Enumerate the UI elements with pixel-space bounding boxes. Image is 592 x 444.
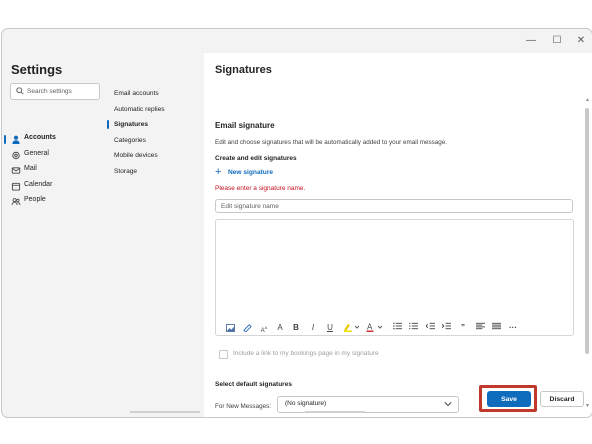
section-title: Email signature <box>215 121 275 130</box>
bookings-checkbox-label: Include a link to my bookings page in my… <box>233 350 379 357</box>
settings-sidebar: Settings Accounts General <box>2 53 104 417</box>
signatures-panel: Signatures Email signature Edit and choo… <box>204 53 592 417</box>
format-painter-icon[interactable] <box>241 322 253 334</box>
minimize-button[interactable]: — <box>518 33 544 49</box>
sidebar-item-label: General <box>24 150 49 157</box>
search-icon <box>16 87 24 95</box>
sidebar-item-mail[interactable]: Mail <box>2 163 104 177</box>
select-value: (No signature) <box>285 400 327 407</box>
person-icon <box>12 135 20 144</box>
bold-button[interactable]: B <box>290 322 302 334</box>
align-justify-icon[interactable] <box>490 322 502 334</box>
scroll-down-arrow[interactable]: ▼ <box>585 403 590 409</box>
chevron-down-icon <box>444 402 452 407</box>
error-message: Please enter a signature name. <box>215 185 306 192</box>
create-edit-title: Create and edit signatures <box>215 155 297 162</box>
font-size-icon[interactable]: A <box>274 322 286 334</box>
mail-icon <box>11 167 21 174</box>
bookings-checkbox[interactable] <box>219 350 228 359</box>
decrease-indent-icon[interactable] <box>424 322 436 334</box>
bullets-icon[interactable] <box>391 322 403 334</box>
italic-button[interactable]: I <box>307 322 319 334</box>
section-description: Edit and choose signatures that will be … <box>215 139 448 146</box>
settings-title: Settings <box>11 62 63 77</box>
subnav-item-signatures[interactable]: Signatures <box>114 121 148 128</box>
plus-icon: + <box>215 166 222 178</box>
quote-icon[interactable]: ” <box>457 322 469 334</box>
scrollbar-thumb[interactable] <box>585 108 589 354</box>
save-button[interactable]: Save <box>487 391 531 407</box>
settings-window: — ☐ ✕ Settings Accounts General <box>1 28 592 418</box>
signature-name-input[interactable] <box>215 199 573 213</box>
people-icon <box>11 198 21 206</box>
sidebar-item-accounts[interactable]: Accounts <box>2 132 104 146</box>
discard-button[interactable]: Discard <box>540 391 584 407</box>
new-signature-label: New signature <box>228 169 274 176</box>
calendar-icon <box>11 182 21 191</box>
subnav-item-storage[interactable]: Storage <box>114 168 137 175</box>
numbering-icon[interactable] <box>407 322 419 334</box>
taskbar-fragment <box>130 411 200 413</box>
subnav-item-mobile-devices[interactable]: Mobile devices <box>114 152 158 159</box>
page-title: Signatures <box>215 64 272 76</box>
font-icon[interactable]: AA <box>258 322 270 334</box>
title-bar: — ☐ ✕ <box>2 29 592 53</box>
font-color-icon[interactable]: A <box>365 322 385 334</box>
sidebar-item-general[interactable]: General <box>2 148 104 162</box>
subnav-item-email-accounts[interactable]: Email accounts <box>114 90 159 97</box>
accounts-subnav: Email accounts Automatic replies Signatu… <box>104 53 204 417</box>
sidebar-item-calendar[interactable]: Calendar <box>2 179 104 193</box>
search-box[interactable] <box>10 83 100 100</box>
sidebar-item-label: Mail <box>24 165 37 172</box>
sidebar-item-label: People <box>24 196 46 203</box>
sidebar-item-label: Accounts <box>24 134 56 141</box>
scroll-up-arrow[interactable]: ▲ <box>585 97 590 103</box>
subnav-item-automatic-replies[interactable]: Automatic replies <box>114 106 165 113</box>
for-new-messages-label: For New Messages: <box>215 403 271 410</box>
highlight-icon[interactable] <box>342 322 362 334</box>
insert-image-icon[interactable] <box>224 322 236 334</box>
sidebar-item-people[interactable]: People <box>2 194 104 208</box>
default-signatures-title: Select default signatures <box>215 381 292 388</box>
maximize-button[interactable]: ☐ <box>544 33 570 49</box>
gear-icon <box>12 151 20 160</box>
signature-editor[interactable]: AA A B I U A ” ··· <box>215 219 574 336</box>
close-button[interactable]: ✕ <box>568 33 592 49</box>
increase-indent-icon[interactable] <box>440 322 452 334</box>
align-left-icon[interactable] <box>474 322 486 334</box>
more-options-icon[interactable]: ··· <box>507 322 519 334</box>
search-input[interactable] <box>27 85 95 97</box>
sidebar-item-label: Calendar <box>24 181 53 188</box>
subnav-item-categories[interactable]: Categories <box>114 137 146 144</box>
svg-text:A: A <box>367 323 373 332</box>
underline-button[interactable]: U <box>324 322 336 334</box>
taskbar-fragment <box>305 411 365 413</box>
active-indicator <box>107 120 109 129</box>
